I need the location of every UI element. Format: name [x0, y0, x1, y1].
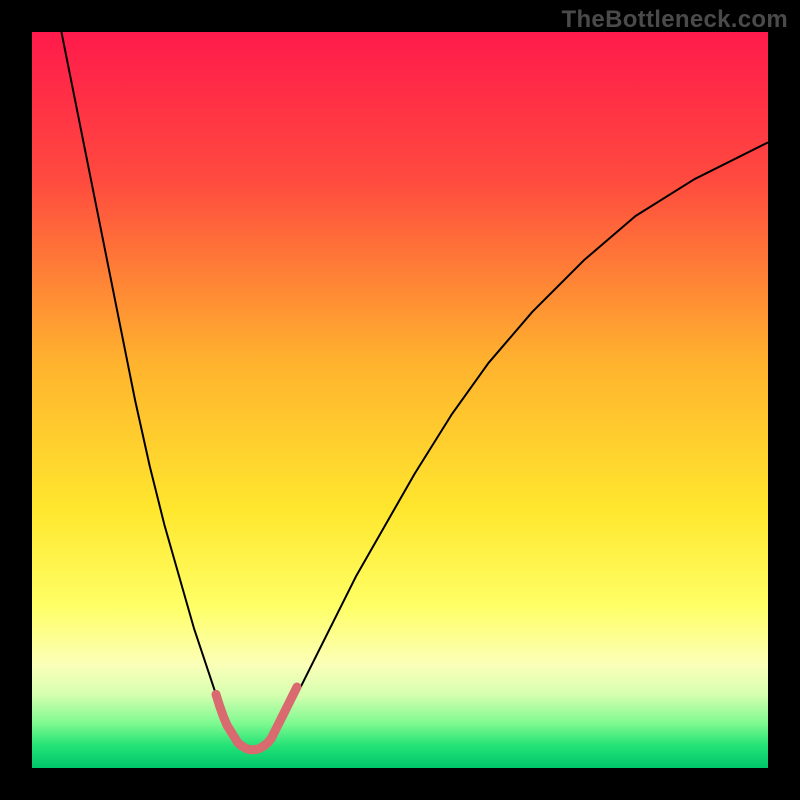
chart-container: TheBottleneck.com	[0, 0, 800, 800]
watermark-text: TheBottleneck.com	[562, 6, 788, 34]
plot-area	[32, 32, 768, 768]
chart-svg	[32, 32, 768, 768]
gradient-background	[32, 32, 768, 768]
